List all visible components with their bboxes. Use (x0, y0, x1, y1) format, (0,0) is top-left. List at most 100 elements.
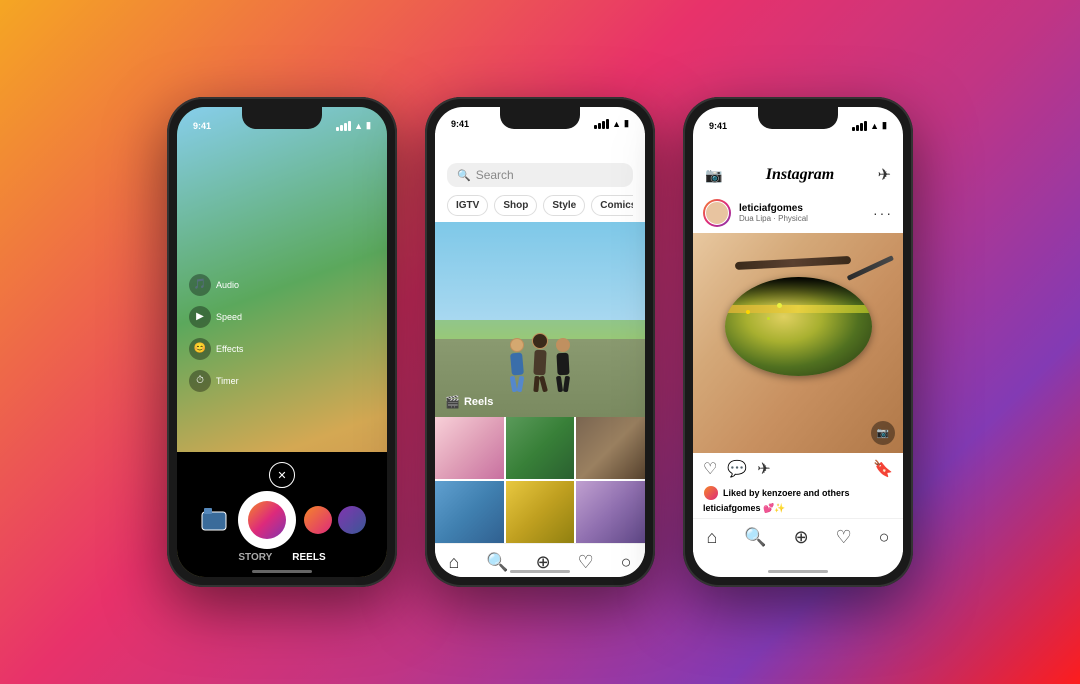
tab-comics[interactable]: Comics (591, 195, 633, 216)
send-icon[interactable]: ✈ (878, 165, 891, 185)
grid-item-2[interactable] (506, 417, 575, 479)
explore-grid (435, 417, 645, 543)
likes-content: Liked by kenzoere and others (703, 485, 893, 501)
timer-tool[interactable]: ⏱ Timer (189, 370, 243, 392)
caption-emoji: 💕✨ (763, 503, 785, 513)
speed-label: Speed (216, 312, 242, 322)
phone-camera: 9:41 ▲ ▮ ⚙ ⚡ ✕ 🎵 Audio ▶ Speed (167, 97, 397, 587)
battery-icon-3: ▮ (882, 120, 887, 131)
post-actions: ♡ 💬 ✈ 🔖 (693, 453, 903, 485)
story-mode[interactable]: STORY (238, 552, 272, 563)
camera-overlay-button[interactable]: 📷 (871, 421, 895, 445)
explore-header: 🔍 Search IGTV Shop Style Comics TV & Mov… (435, 133, 645, 222)
speed-icon: ▶ (189, 306, 211, 328)
effect-dot-1[interactable] (304, 506, 332, 534)
timer-icon: ⏱ (189, 370, 211, 392)
body-2 (533, 350, 546, 376)
leg-r-3 (563, 376, 570, 393)
like-button[interactable]: ♡ (703, 459, 717, 479)
wifi-icon-2: ▲ (612, 119, 621, 129)
audio-icon: 🎵 (189, 274, 211, 296)
reels-main-video[interactable]: 🎬 Reels (435, 222, 645, 417)
head-2 (532, 333, 548, 349)
home-indicator-3 (768, 570, 828, 573)
post-subtitle: Dua Lipa · Physical (739, 214, 865, 223)
eye-element (725, 277, 872, 376)
audio-tool[interactable]: 🎵 Audio (189, 274, 243, 296)
caption-username: leticiafgomes (703, 503, 761, 513)
dancing-scene (435, 222, 645, 417)
home-nav-icon-3[interactable]: ⌂ (706, 527, 717, 548)
instagram-header: 📷 Instagram ✈ (693, 135, 903, 193)
leg-l-3 (556, 376, 563, 393)
grid-item-3[interactable] (576, 417, 645, 479)
heart-nav-icon-3[interactable]: ♡ (836, 527, 852, 548)
home-nav-icon[interactable]: ⌂ (448, 552, 459, 573)
effect-dot-2[interactable] (338, 506, 366, 534)
home-indicator-2 (510, 570, 570, 573)
grid-item-4[interactable] (435, 481, 504, 543)
body-3 (556, 353, 569, 376)
tab-shop[interactable]: Shop (494, 195, 537, 216)
sky (435, 222, 645, 319)
search-placeholder-text: Search (476, 168, 514, 182)
search-nav-icon[interactable]: 🔍 (486, 552, 508, 573)
post-more-button[interactable]: ··· (873, 205, 893, 221)
reels-text: Reels (464, 396, 493, 408)
post-header: leticiafgomes Dua Lipa · Physical ··· (693, 193, 903, 233)
speed-tool[interactable]: ▶ Speed (189, 306, 243, 328)
tab-igtv[interactable]: IGTV (447, 195, 488, 216)
grid-item-6[interactable] (576, 481, 645, 543)
grid-item-5[interactable] (506, 481, 575, 543)
search-icon-2: 🔍 (457, 169, 471, 182)
status-icons-2: ▲ ▮ (594, 118, 629, 129)
share-button[interactable]: ✈ (757, 459, 770, 479)
body-1 (510, 353, 524, 376)
effects-tool[interactable]: 😊 Effects (189, 338, 243, 360)
post-caption: leticiafgomes 💕✨ (693, 501, 903, 518)
leg-r-2 (539, 376, 548, 393)
tab-style[interactable]: Style (543, 195, 585, 216)
phone-explore: 9:41 ▲ ▮ 🔍 Search IGTV Shop Style Comics… (425, 97, 655, 587)
profile-nav-icon-3[interactable]: ○ (879, 527, 890, 548)
search-nav-icon-3[interactable]: 🔍 (744, 527, 766, 548)
header-icons-3: ✈ (878, 165, 891, 185)
camera-effects-dots (304, 506, 366, 534)
figure-2 (532, 333, 548, 392)
phone-feed: 9:41 ▲ ▮ 📷 Instagram ✈ leticiafgomes (683, 97, 913, 587)
camera-header-icon[interactable]: 📷 (705, 167, 722, 184)
signal-icon-2 (594, 119, 609, 129)
camera-bottom: ✕ (177, 452, 387, 577)
figure-3 (556, 338, 570, 392)
makeup-bg (693, 233, 903, 453)
head-1 (510, 338, 524, 352)
head-3 (556, 338, 570, 352)
post-image[interactable]: 📷 (693, 233, 903, 453)
camera-controls-row (177, 494, 387, 546)
add-nav-icon-3[interactable]: ⊕ (794, 527, 809, 548)
legs-1 (511, 376, 523, 392)
legs-2 (534, 376, 546, 392)
battery-icon: ▮ (366, 120, 371, 131)
comment-button[interactable]: 💬 (727, 459, 747, 479)
likes-text: Liked by kenzoere and others (723, 488, 850, 498)
signal-icon-3 (852, 121, 867, 131)
post-avatar[interactable] (703, 199, 731, 227)
profile-nav-icon[interactable]: ○ (621, 552, 632, 573)
instagram-logo: Instagram (766, 166, 834, 184)
leg-r-1 (517, 376, 525, 393)
eyelash (725, 277, 872, 307)
heart-nav-icon[interactable]: ♡ (578, 552, 594, 573)
shutter-button[interactable] (241, 494, 293, 546)
effects-icon: 😊 (189, 338, 211, 360)
post-likes: Liked by kenzoere and others (693, 485, 903, 501)
search-bar[interactable]: 🔍 Search (447, 163, 633, 187)
camera-mode-row: STORY REELS (177, 552, 387, 563)
reels-mode[interactable]: REELS (292, 552, 325, 563)
post-user-info: leticiafgomes Dua Lipa · Physical (739, 203, 865, 223)
discard-button[interactable]: ✕ (269, 462, 295, 488)
grid-item-1[interactable] (435, 417, 504, 479)
post-username[interactable]: leticiafgomes (739, 203, 865, 214)
bookmark-button[interactable]: 🔖 (873, 459, 893, 479)
gallery-button[interactable] (198, 504, 230, 536)
